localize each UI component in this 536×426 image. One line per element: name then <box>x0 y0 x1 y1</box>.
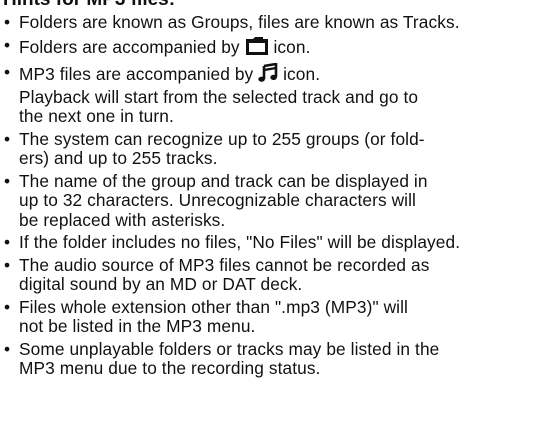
text-line: Files whole extension other than ".mp3 (… <box>19 296 408 317</box>
text-segment: icon. <box>278 64 321 84</box>
section-heading: Hints for MP3 files: <box>3 0 533 9</box>
text-line: Playback will start from the selected tr… <box>19 86 419 107</box>
list-item: • The system can recognize up to 255 grou… <box>3 128 533 169</box>
list-item: • MP3 files are accompanied by icon. Playb… <box>3 62 533 127</box>
text-line: Folders are accompanied by icon. <box>19 36 533 61</box>
bullet: • <box>4 170 11 191</box>
text-line: The audio source of MP3 files cannot be … <box>19 254 430 275</box>
bullet: • <box>4 62 11 82</box>
document: Hints for MP3 files: • Folders are known … <box>3 0 533 382</box>
text-line: be replaced with asterisks. <box>19 209 226 230</box>
list-item: • Some unplayable folders or tracks may b… <box>3 338 533 379</box>
folder-icon <box>245 36 269 61</box>
text-segment: MP3 files are accompanied by <box>19 64 259 84</box>
text-line: Some unplayable folders or tracks may be… <box>19 338 440 359</box>
music-note-icon <box>258 63 278 88</box>
list-item: • Files whole extension other than ".mp3 … <box>3 296 533 337</box>
bullet: • <box>4 12 11 32</box>
bullet: • <box>4 34 11 55</box>
text-line: up to 32 characters. Unrecognizable char… <box>19 190 416 210</box>
bullet: • <box>4 296 11 317</box>
text-line: The system can recognize up to 255 group… <box>19 128 425 149</box>
bullet: • <box>4 338 11 359</box>
text-line: Folders are known as Groups, files are k… <box>19 12 460 32</box>
text-line: If the folder includes no files, "No Fil… <box>19 232 461 252</box>
list-item: • The audio source of MP3 files cannot be… <box>3 254 533 295</box>
list-item: • Folders are known as Groups, files are … <box>3 12 533 33</box>
text-line: the next one in turn. <box>19 106 174 126</box>
list-item: • Folders are accompanied by icon. <box>3 34 533 61</box>
text-line: ers) and up to 255 tracks. <box>19 148 218 168</box>
text-segment: Folders are accompanied by <box>19 36 245 57</box>
bullet: • <box>4 128 11 149</box>
text-segment: icon. <box>268 36 311 57</box>
text-line: MP3 files are accompanied by icon. <box>19 63 533 88</box>
text-line: MP3 menu due to the recording status. <box>19 358 321 378</box>
bullet: • <box>4 254 11 275</box>
list-item: • The name of the group and track can be … <box>3 170 533 231</box>
hints-list: • Folders are known as Groups, files are … <box>3 12 533 379</box>
list-item: • If the folder includes no files, "No Fi… <box>3 232 533 253</box>
text-line: digital sound by an MD or DAT deck. <box>19 274 303 294</box>
text-line: not be listed in the MP3 menu. <box>19 316 256 336</box>
bullet: • <box>4 232 11 252</box>
text-line: The name of the group and track can be d… <box>19 170 428 191</box>
